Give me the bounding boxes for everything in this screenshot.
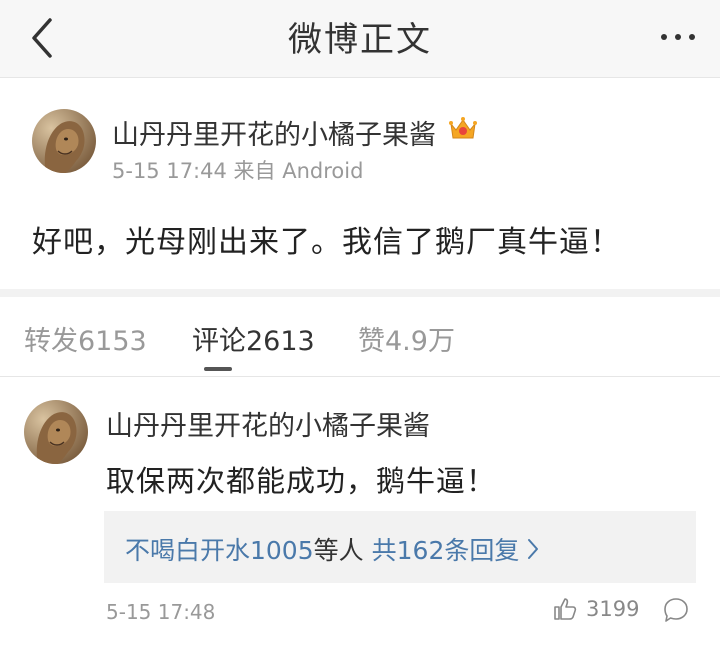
like-count: 3199 (586, 597, 640, 621)
replies-mid-text: 等人 (313, 536, 364, 565)
lion-avatar-image (32, 109, 96, 173)
tab-comments[interactable]: 评论2613 (192, 319, 315, 358)
chevron-right-icon (528, 539, 539, 559)
comment-time: 5-15 17:48 (106, 600, 216, 624)
lion-avatar-image (24, 400, 88, 464)
comment-text: 取保两次都能成功，鹅牛逼！ (106, 464, 497, 498)
post-author-name: 山丹丹里开花的小橘子果酱 (112, 120, 436, 151)
like-button[interactable]: 3199 (552, 596, 639, 622)
post-meta: 5-15 17:44 来自 Android (112, 159, 364, 183)
crown-icon (448, 116, 478, 149)
post-author[interactable]: 山丹丹里开花的小橘子果酱 (112, 113, 478, 152)
post-card: 山丹丹里开花的小橘子果酱 5-15 17:44 来自 Android 好吧，光母… (0, 79, 720, 289)
interaction-tabs: 转发6153 评论2613 赞4.9万 (0, 297, 720, 377)
thumbs-up-icon (554, 598, 577, 620)
tab-reposts[interactable]: 转发6153 (24, 319, 147, 358)
comment-item: 山丹丹里开花的小橘子果酱 取保两次都能成功，鹅牛逼！ 不喝白开水1005 等人 … (0, 378, 720, 651)
reply-button[interactable] (662, 596, 690, 628)
avatar[interactable] (24, 400, 88, 464)
tab-likes[interactable]: 赞4.9万 (358, 319, 455, 358)
section-divider (0, 289, 720, 297)
replies-user-link[interactable]: 不喝白开水1005 (125, 531, 314, 567)
avatar[interactable] (32, 109, 96, 173)
comment-bubble-icon (664, 598, 688, 622)
top-navigation-bar: 微博正文 (0, 0, 720, 78)
page-title: 微博正文 (288, 20, 432, 60)
replies-summary: 不喝白开水1005 等人 共162条回复 (125, 531, 539, 567)
replies-count-link[interactable]: 共162条回复 (372, 531, 520, 567)
more-dots-icon (661, 34, 695, 40)
more-button[interactable] (658, 22, 698, 52)
active-tab-indicator (204, 367, 232, 371)
comment-author-name[interactable]: 山丹丹里开花的小橘子果酱 (106, 404, 430, 443)
replies-preview[interactable]: 不喝白开水1005 等人 共162条回复 (104, 511, 696, 583)
post-text: 好吧，光母刚出来了。我信了鹅厂真牛逼！ (32, 225, 621, 260)
